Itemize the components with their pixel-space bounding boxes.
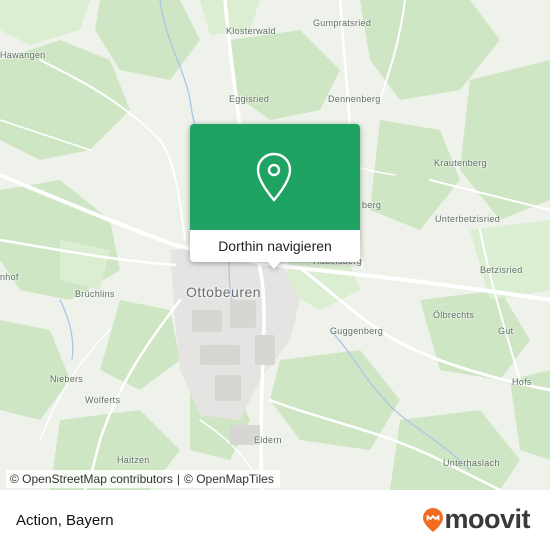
place-label: Gut: [498, 326, 514, 336]
map-attribution: © OpenStreetMap contributors | © OpenMap…: [6, 470, 280, 488]
place-label: berg: [362, 200, 382, 210]
place-label: Unterhaslach: [443, 458, 500, 468]
place-label: Brüchlins: [75, 289, 115, 299]
logo-wordmark: moovit: [444, 504, 530, 534]
map-view[interactable]: Hawangen Klosterwald Gumpratsried Eggisr…: [0, 0, 550, 490]
footer-bar: Action, Bayern moovit: [0, 490, 550, 550]
place-label: Gumpratsried: [313, 18, 372, 28]
place-label: nhof: [0, 272, 19, 282]
osm-attribution-link[interactable]: © OpenStreetMap contributors: [10, 472, 173, 486]
town-label: Ottobeuren: [186, 284, 262, 300]
place-label: Hawangen: [0, 50, 46, 60]
place-label: Niebers: [50, 374, 84, 384]
moovit-logo[interactable]: moovit: [422, 504, 530, 535]
place-label: Haitzen: [117, 455, 150, 465]
place-label: Hofs: [512, 377, 532, 387]
navigate-button[interactable]: Dorthin navigieren: [190, 230, 360, 262]
place-label: Betzisried: [480, 265, 523, 275]
place-label: Krautenberg: [434, 158, 487, 168]
place-label: Unterbetzisried: [435, 214, 501, 224]
place-label: Ölbrechts: [433, 310, 475, 320]
place-label: Klosterwald: [226, 26, 276, 36]
place-label: Wolferts: [85, 395, 121, 405]
location-pin-icon: [256, 152, 292, 202]
popup-pointer: [267, 261, 281, 269]
attribution-separator: |: [176, 472, 181, 486]
place-label: Eldern: [254, 435, 282, 445]
location-title: Action, Bayern: [16, 512, 114, 529]
location-popup: Dorthin navigieren: [190, 124, 360, 269]
place-label: Dennenberg: [328, 94, 381, 104]
place-label: Guggenberg: [330, 326, 384, 336]
place-label: Eggisried: [229, 94, 270, 104]
openmaptiles-attribution-link[interactable]: © OpenMapTiles: [184, 472, 274, 486]
moovit-pin-icon: [423, 507, 444, 532]
popup-header: [190, 124, 360, 230]
